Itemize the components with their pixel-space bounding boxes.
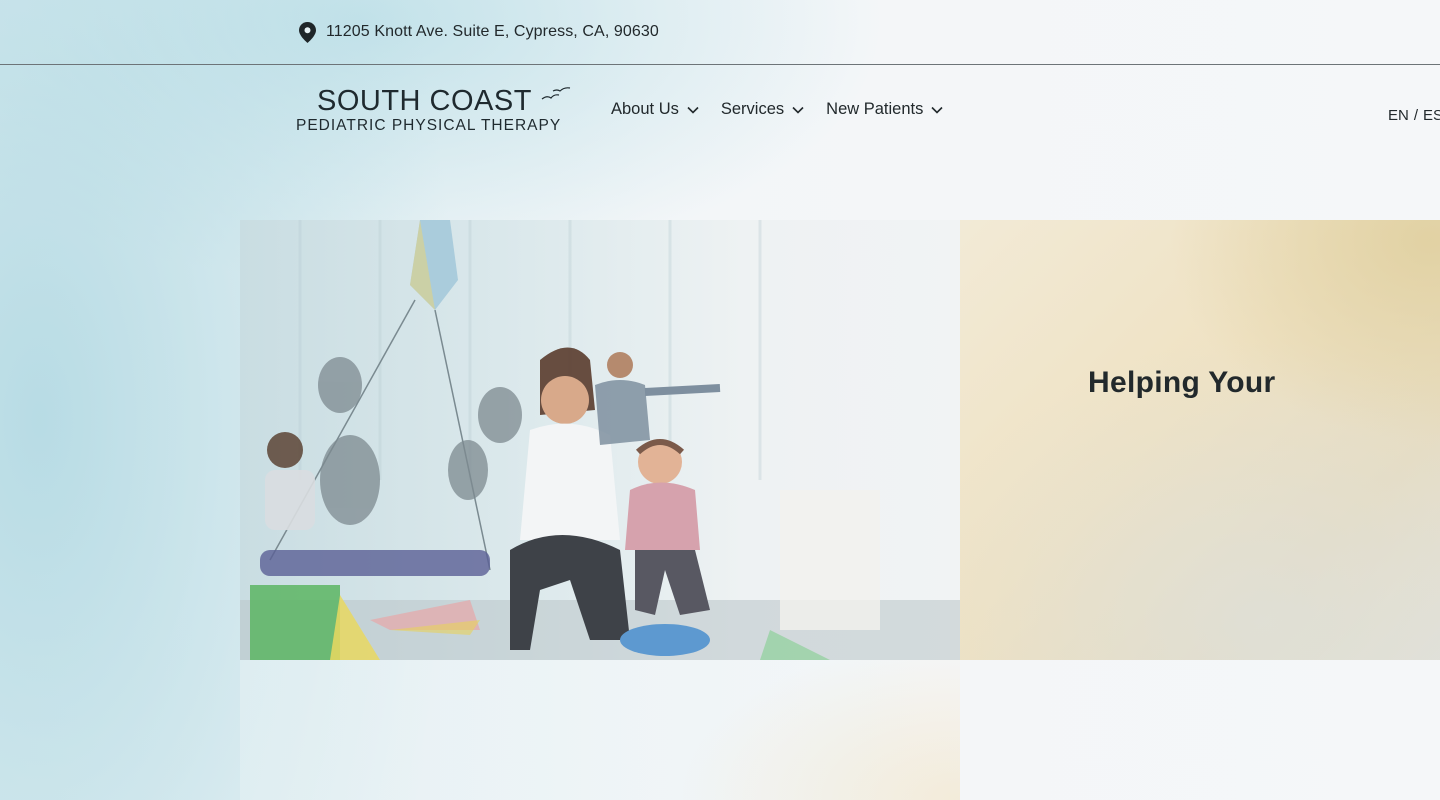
site-logo[interactable]: SOUTH COAST PEDIATRIC PHYSICAL THERAPY: [296, 85, 576, 139]
nav-item-label: About Us: [611, 100, 679, 118]
nav-item-label: New Patients: [826, 100, 924, 118]
lang-separator: /: [1413, 107, 1419, 124]
address-text: 11205 Knott Ave. Suite E, Cypress, CA, 9…: [326, 23, 659, 40]
hero-heading: Helping Your: [1088, 366, 1276, 399]
logo-name: SOUTH COAST: [317, 85, 532, 117]
nav-item-services[interactable]: Services: [721, 100, 804, 119]
nav-item-label: Services: [720, 100, 785, 118]
lang-en-link[interactable]: EN: [1388, 107, 1409, 124]
nav-item-about-us[interactable]: About Us: [611, 100, 699, 119]
chevron-down-icon: [792, 106, 804, 114]
chevron-down-icon: [687, 106, 699, 114]
hero-text-panel: Helping Your: [960, 220, 1440, 660]
address[interactable]: 11205 Knott Ave. Suite E, Cypress, CA, 9…: [299, 21, 659, 43]
map-pin-icon: [299, 21, 316, 43]
therapist-with-children-photo: [240, 220, 960, 660]
nav-menu: About Us Services New Patients: [611, 100, 943, 119]
logo-tagline: PEDIATRIC PHYSICAL THERAPY: [296, 117, 562, 134]
main-navigation: SOUTH COAST PEDIATRIC PHYSICAL THERAPY A…: [0, 65, 1440, 165]
chevron-down-icon: [931, 106, 943, 114]
nav-item-new-patients[interactable]: New Patients: [826, 100, 943, 119]
language-switcher: EN / ES: [1388, 107, 1440, 124]
top-info-bar: 11205 Knott Ave. Suite E, Cypress, CA, 9…: [0, 0, 1440, 65]
seagulls-icon: [541, 87, 571, 100]
lang-es-link[interactable]: ES: [1423, 107, 1440, 124]
hero-image: [240, 220, 960, 660]
lower-section-background: [240, 660, 960, 800]
